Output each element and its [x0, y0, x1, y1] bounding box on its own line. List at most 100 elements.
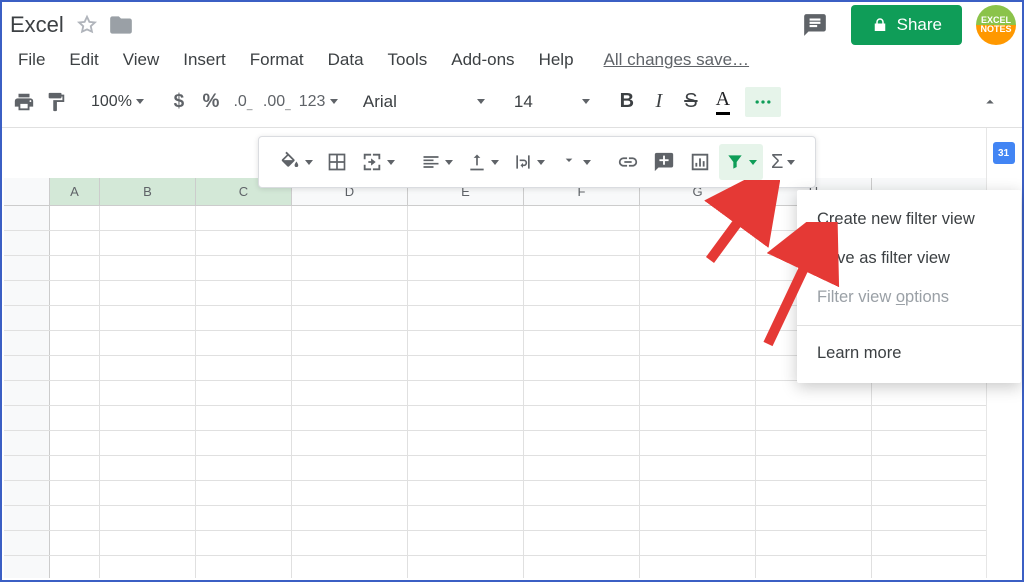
cell[interactable] — [524, 456, 640, 480]
folder-icon[interactable] — [108, 12, 134, 38]
cell[interactable] — [100, 356, 196, 380]
menu-format[interactable]: Format — [238, 46, 316, 74]
avatar[interactable]: EXCEL NOTES — [976, 5, 1016, 45]
more-formats-button[interactable]: 123 — [295, 84, 342, 120]
strikethrough-button[interactable]: S — [675, 84, 707, 120]
cell[interactable] — [756, 431, 872, 455]
fill-color-button[interactable] — [273, 144, 319, 180]
cell[interactable] — [50, 406, 100, 430]
cell[interactable] — [50, 281, 100, 305]
cell[interactable] — [50, 231, 100, 255]
cell[interactable] — [196, 306, 292, 330]
horizontal-align-button[interactable] — [415, 144, 459, 180]
more-toolbar-button[interactable] — [745, 87, 781, 117]
collapse-toolbar-button[interactable] — [974, 84, 1006, 120]
cell[interactable] — [50, 331, 100, 355]
row-header[interactable] — [4, 506, 50, 530]
cell[interactable] — [50, 431, 100, 455]
cell[interactable] — [640, 481, 756, 505]
row-header[interactable] — [4, 356, 50, 380]
cell[interactable] — [756, 506, 872, 530]
cell[interactable] — [524, 531, 640, 555]
cell[interactable] — [640, 556, 756, 578]
cell[interactable] — [756, 531, 872, 555]
cell[interactable] — [196, 381, 292, 405]
cell[interactable] — [756, 556, 872, 578]
cell[interactable] — [756, 481, 872, 505]
cell[interactable] — [50, 506, 100, 530]
cell[interactable] — [196, 481, 292, 505]
cell[interactable] — [100, 406, 196, 430]
col-header-B[interactable]: B — [100, 178, 196, 205]
menu-edit[interactable]: Edit — [57, 46, 110, 74]
cell[interactable] — [524, 231, 640, 255]
cell[interactable] — [50, 556, 100, 578]
cell[interactable] — [196, 556, 292, 578]
row-header[interactable] — [4, 556, 50, 578]
cell[interactable] — [196, 256, 292, 280]
cell[interactable] — [292, 431, 408, 455]
cell[interactable] — [100, 506, 196, 530]
cell[interactable] — [292, 506, 408, 530]
cell[interactable] — [196, 331, 292, 355]
functions-button[interactable]: Σ — [765, 144, 801, 180]
borders-button[interactable] — [321, 144, 353, 180]
menu-view[interactable]: View — [111, 46, 172, 74]
insert-comment-button[interactable] — [647, 144, 681, 180]
cell[interactable] — [640, 431, 756, 455]
cell[interactable] — [640, 331, 756, 355]
cell[interactable] — [196, 231, 292, 255]
decrease-decimal-button[interactable]: .0_ — [227, 84, 259, 120]
cell[interactable] — [524, 381, 640, 405]
star-icon[interactable] — [76, 14, 98, 36]
vertical-align-button[interactable] — [461, 144, 505, 180]
cell[interactable] — [524, 331, 640, 355]
cell[interactable] — [50, 356, 100, 380]
cell[interactable] — [408, 531, 524, 555]
cell[interactable] — [100, 431, 196, 455]
cell[interactable] — [50, 531, 100, 555]
cell[interactable] — [100, 206, 196, 230]
cell[interactable] — [524, 256, 640, 280]
row-header[interactable] — [4, 406, 50, 430]
text-wrap-button[interactable] — [507, 144, 551, 180]
cell[interactable] — [756, 381, 872, 405]
row-header[interactable] — [4, 481, 50, 505]
cell[interactable] — [50, 456, 100, 480]
cell[interactable] — [196, 431, 292, 455]
cell[interactable] — [408, 356, 524, 380]
cell[interactable] — [408, 381, 524, 405]
document-title[interactable]: Excel — [8, 10, 66, 40]
cell[interactable] — [640, 531, 756, 555]
filter-button[interactable] — [719, 144, 763, 180]
save-status[interactable]: All changes save… — [604, 50, 750, 70]
cell[interactable] — [408, 231, 524, 255]
cell[interactable] — [524, 206, 640, 230]
comment-history-button[interactable] — [795, 7, 835, 43]
cell[interactable] — [640, 356, 756, 380]
currency-button[interactable]: $ — [163, 84, 195, 120]
cell[interactable] — [50, 306, 100, 330]
cell[interactable] — [292, 406, 408, 430]
cell[interactable] — [100, 531, 196, 555]
cell[interactable] — [50, 481, 100, 505]
row-header[interactable] — [4, 306, 50, 330]
cell[interactable] — [408, 456, 524, 480]
cell[interactable] — [756, 456, 872, 480]
menu-help[interactable]: Help — [527, 46, 586, 74]
cell[interactable] — [524, 481, 640, 505]
cell[interactable] — [524, 306, 640, 330]
cell[interactable] — [408, 406, 524, 430]
cell[interactable] — [640, 406, 756, 430]
cell[interactable] — [640, 506, 756, 530]
font-picker[interactable]: Arial — [355, 92, 493, 112]
insert-chart-button[interactable] — [683, 144, 717, 180]
cell[interactable] — [756, 406, 872, 430]
cell[interactable] — [524, 506, 640, 530]
cell[interactable] — [292, 206, 408, 230]
row-header[interactable] — [4, 456, 50, 480]
cell[interactable] — [196, 506, 292, 530]
menu-addons[interactable]: Add-ons — [439, 46, 526, 74]
row-header[interactable] — [4, 331, 50, 355]
cell[interactable] — [196, 281, 292, 305]
